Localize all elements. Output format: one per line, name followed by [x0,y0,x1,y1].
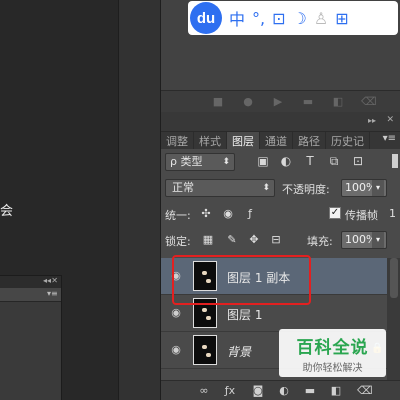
chevron-down-icon[interactable]: ▾ [372,180,384,196]
unify-style-icon[interactable]: ƒ [243,207,257,221]
thumbnail-flower [206,316,211,320]
blend-row: 正常 ⬍ 不透明度: 100% ▾ [161,175,400,201]
skin-moon-icon[interactable]: ☽ [293,4,307,32]
link-layers-icon[interactable]: ∞ [197,384,211,398]
baidu-logo[interactable]: du [190,2,222,34]
canvas-pasteboard [118,0,160,400]
adjustment-layer-icon[interactable]: ◐ [277,384,291,398]
baidu-ime-toolbar: du 中 °, ⊡ ☽ ♙ ⊞ [188,1,398,35]
thumbnail-flower [202,308,207,312]
collapsed-panel-tab[interactable]: ▾≡ [0,288,61,302]
chevron-down-icon[interactable]: ▾ [372,232,384,248]
shape-filter-icon[interactable]: ⧉ [327,154,341,168]
collapse-icon[interactable]: ▸▸ [368,116,376,125]
updown-arrow-icon: ⬍ [262,183,270,193]
filter-type-label: ρ 类型 [170,155,203,168]
layer-thumbnail [193,335,217,365]
lock-pixels-icon[interactable]: ✎ [225,233,239,247]
canvas-text-fragment: 会 [0,204,14,219]
collapsed-panel-header: ◂◂ ✕ [0,276,61,288]
panel-menu-icon[interactable]: ▾≡ [383,133,396,144]
trash-icon[interactable]: ⌫ [357,384,373,398]
adjustment-filter-icon[interactable]: ◐ [279,154,293,168]
play-icon[interactable]: ▶ [271,95,285,109]
unify-visibility-icon[interactable]: ◉ [221,207,235,221]
fill-field[interactable]: 100% ▾ [341,231,387,249]
lock-position-icon[interactable]: ✥ [247,233,261,247]
watermark: 百科全说 助你轻松解决 [279,329,386,377]
thumbnail-flower [202,345,207,349]
record-icon[interactable]: ● [241,95,255,109]
tab-channels[interactable]: 通道 [260,132,293,149]
tab-history[interactable]: 历史记 [326,132,370,149]
watermark-title: 百科全说 [296,338,369,358]
punctuation-icon[interactable]: °, [252,4,265,32]
blend-mode-select[interactable]: 正常 ⬍ [165,179,275,197]
fill-label: 填充: [307,235,333,248]
folder-icon[interactable]: ▬ [301,95,315,109]
layers-bottom-toolbar: ∞ ƒx ◙ ◐ ▬ ◧ ⌫ [161,380,400,400]
panel-tabs: 调整 样式 图层 通道 路径 历史记 ▾≡ [161,132,400,149]
filter-toggle[interactable] [392,154,398,168]
close-icon[interactable]: ✕ [51,276,58,285]
layer-name[interactable]: 背景 [227,343,251,360]
new-layer-icon[interactable]: ◧ [329,384,343,398]
collapse-icon[interactable]: ◂◂ [43,276,51,285]
thumbnail-flower [206,353,211,357]
filter-row: ρ 类型 ⬍ ▣ ◐ T ⧉ ⊡ [161,149,400,175]
tab-paths[interactable]: 路径 [293,132,326,149]
type-filter-icon[interactable]: T [303,154,317,168]
watermark-subtitle: 助你轻松解决 [302,363,363,374]
tab-adjustments[interactable]: 调整 [161,132,194,149]
layer-name[interactable]: 图层 1 [227,306,262,323]
lock-transparency-icon[interactable]: ▦ [201,233,215,247]
trash-icon[interactable]: ⌫ [361,95,377,109]
toolbox-icon[interactable]: ⊡ [272,4,285,32]
user-icon[interactable]: ♙ [314,4,328,32]
unify-label: 统一: [165,209,191,222]
top-panel-bottombar: ■ ● ▶ ▬ ◧ ⌫ [161,90,400,112]
propagate-label: 传播帧 [345,209,378,222]
filter-type-select[interactable]: ρ 类型 ⬍ [165,153,235,171]
scrollbar-thumb[interactable] [390,258,398,298]
unify-position-icon[interactable]: ✣ [199,207,213,221]
panel-menu-icon[interactable]: ▾≡ [47,289,58,299]
grid-menu-icon[interactable]: ⊞ [335,4,348,32]
eye-icon[interactable]: ◉ [169,306,183,320]
selection-highlight [172,255,311,305]
tab-layers[interactable]: 图层 [227,132,260,149]
smart-object-filter-icon[interactable]: ⊡ [351,154,365,168]
close-icon[interactable]: ✕ [386,115,394,125]
propagate-value: 1 [389,207,396,220]
new-icon[interactable]: ◧ [331,95,345,109]
language-toggle[interactable]: 中 [229,4,245,32]
collapsed-panel: ◂◂ ✕ ▾≡ [0,275,62,400]
layers-panel-titlebar: ▸▸ ✕ [161,112,400,132]
opacity-label: 不透明度: [282,183,330,196]
stop-icon[interactable]: ■ [211,95,225,109]
opacity-field[interactable]: 100% ▾ [341,179,387,197]
blend-mode-value: 正常 [172,181,194,194]
lock-label: 锁定: [165,235,191,248]
add-mask-icon[interactable]: ◙ [251,384,265,398]
propagate-checkbox[interactable]: ✓ [329,207,341,219]
tab-styles[interactable]: 样式 [194,132,227,149]
unify-row: 统一: ✣ ◉ ƒ ✓ 传播帧 1 [161,201,400,227]
pixel-filter-icon[interactable]: ▣ [256,154,270,168]
eye-icon[interactable]: ◉ [169,343,183,357]
updown-arrow-icon: ⬍ [222,157,230,167]
layer-style-icon[interactable]: ƒx [223,384,237,398]
group-folder-icon[interactable]: ▬ [303,384,317,398]
lock-row: 锁定: ▦ ✎ ✥ ⊟ 填充: 100% ▾ [161,227,400,253]
lock-all-icon[interactable]: ⊟ [269,233,283,247]
layers-scrollbar[interactable] [387,258,400,380]
